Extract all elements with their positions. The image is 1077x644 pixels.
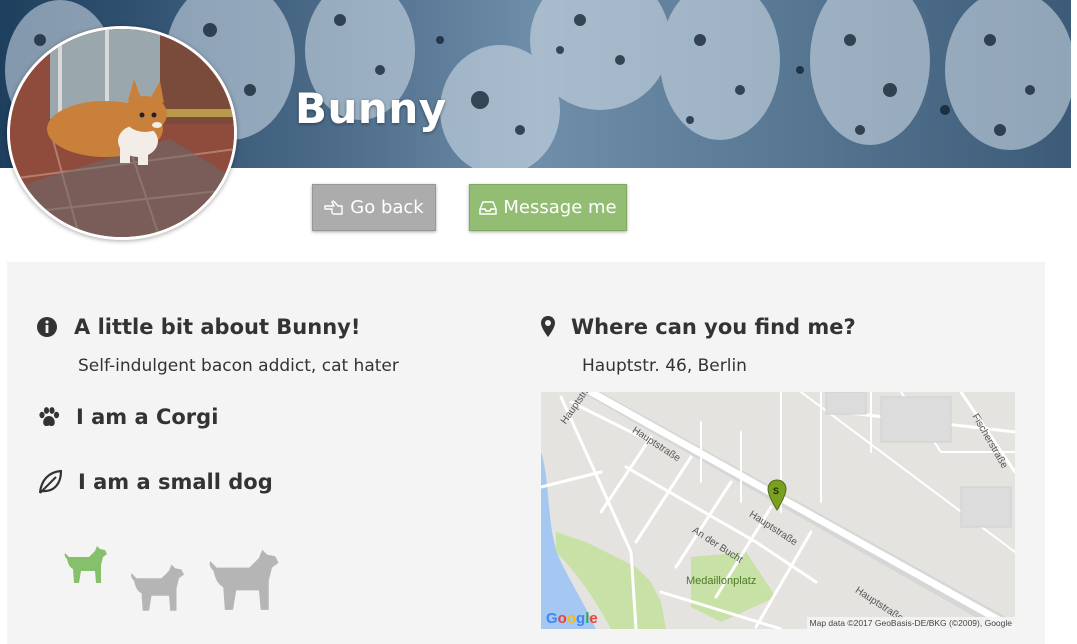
paw-icon	[39, 407, 60, 427]
breed-text: I am a Corgi	[76, 405, 219, 429]
map-marker-icon	[541, 316, 555, 337]
pet-name-title: Bunny	[295, 84, 447, 133]
about-description: Self-indulgent bacon addict, cat hater	[78, 356, 399, 376]
breed-row: I am a Corgi	[37, 405, 218, 429]
location-section: Where can you find me?	[540, 315, 856, 339]
go-back-label: Go back	[350, 197, 424, 218]
hand-point-left-icon	[324, 200, 343, 215]
location-heading: Where can you find me?	[571, 315, 856, 339]
map-attribution: Map data ©2017 GeoBasis-DE/BKG (©2009), …	[806, 617, 1015, 629]
avatar	[7, 26, 237, 240]
large-dog-icon	[209, 549, 279, 610]
info-circle-icon	[37, 317, 57, 337]
message-me-button[interactable]: Message me	[469, 184, 627, 231]
leaf-icon	[38, 469, 63, 494]
go-back-button[interactable]: Go back	[312, 184, 436, 231]
message-me-label: Message me	[503, 197, 617, 218]
about-heading: A little bit about Bunny!	[74, 315, 361, 339]
inbox-icon	[479, 200, 498, 215]
location-map[interactable]: Hauptstraße Hauptstraße Hauptstraße Haup…	[541, 392, 1015, 629]
address-text: Hauptstr. 46, Berlin	[582, 356, 747, 376]
page-scrollbar[interactable]	[1071, 0, 1077, 644]
map-tiles	[541, 392, 1015, 629]
map-park-label: Medaillonplatz	[686, 575, 757, 587]
google-logo: Google	[546, 610, 598, 627]
size-row: I am a small dog	[37, 469, 273, 495]
size-text: I am a small dog	[78, 470, 273, 494]
about-section: A little bit about Bunny!	[36, 315, 360, 339]
medium-dog-icon	[131, 564, 184, 611]
small-dog-icon	[64, 546, 107, 583]
map-marker-letter: S	[773, 486, 780, 496]
corgi-photo	[10, 29, 234, 237]
